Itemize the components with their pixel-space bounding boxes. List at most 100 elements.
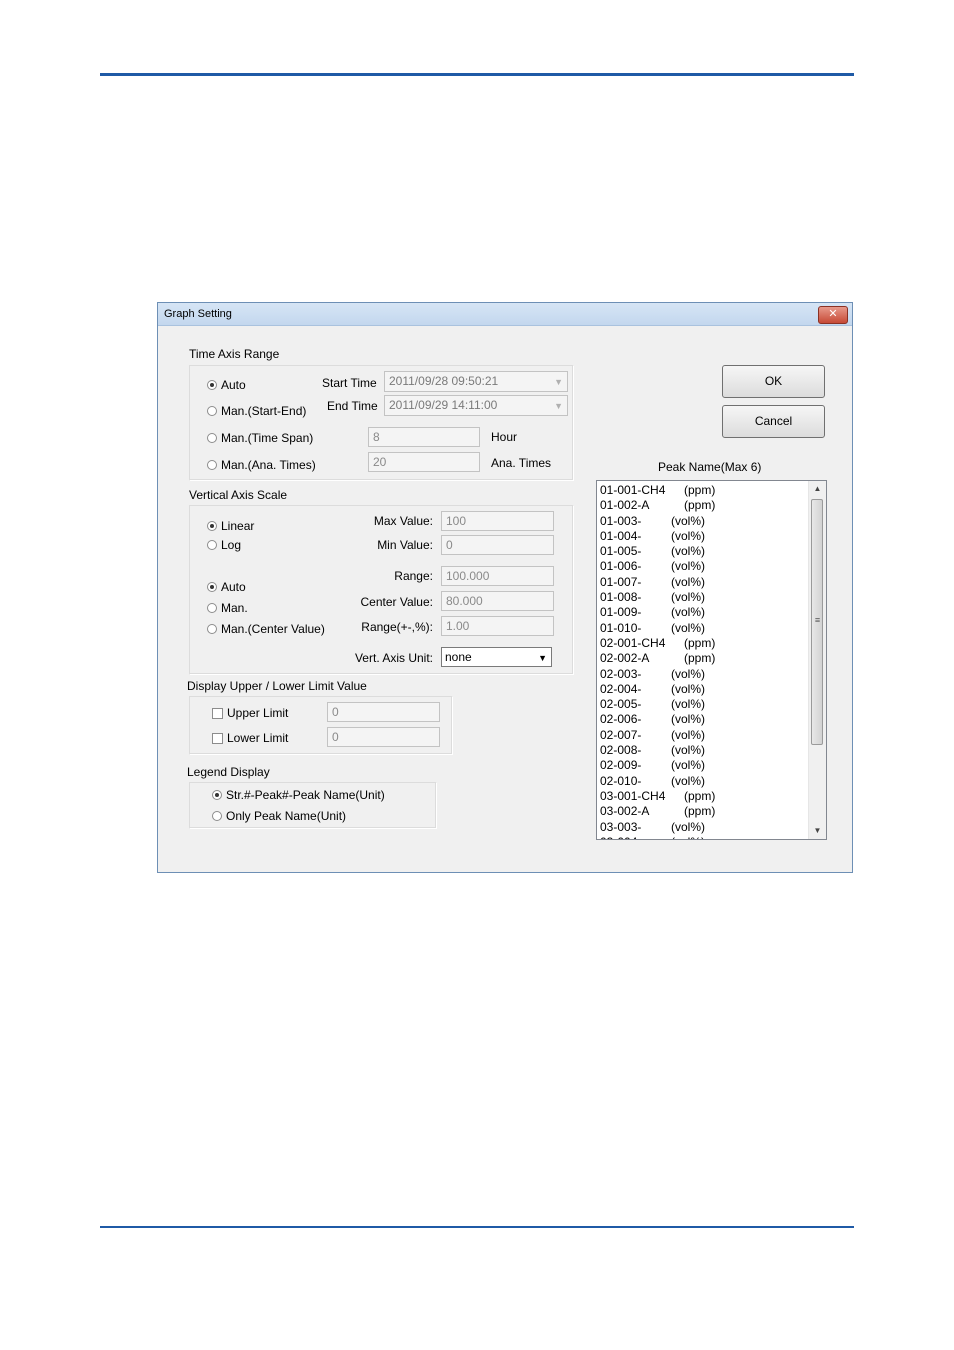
range-pm-label: Range(+-,%):	[361, 620, 433, 634]
legend-full-radio[interactable]: Str.#-Peak#-Peak Name(Unit)	[212, 788, 385, 802]
list-item[interactable]: 01-005- (vol%)	[600, 544, 810, 559]
range-man-center-radio[interactable]: Man.(Center Value)	[207, 622, 325, 636]
title-bar[interactable]: Graph Setting ✕	[158, 303, 852, 326]
header-rule	[100, 73, 854, 76]
upper-limit-checkbox[interactable]: Upper Limit	[212, 706, 288, 720]
peak-unit: (ppm)	[684, 483, 716, 497]
list-item[interactable]: 01-008- (vol%)	[600, 590, 810, 605]
list-item[interactable]: 01-002-A (ppm)	[600, 498, 810, 513]
ok-button[interactable]: OK	[722, 365, 825, 398]
start-time-combo[interactable]: 2011/09/28 09:50:21 ▼	[384, 371, 568, 392]
list-item[interactable]: 02-001-CH4 (ppm)	[600, 636, 810, 651]
ana-times-unit: Ana. Times	[491, 456, 552, 470]
list-item[interactable]: 01-010- (vol%)	[600, 621, 810, 636]
upper-limit-field[interactable]: 0	[327, 702, 440, 722]
peak-unit: (vol%)	[671, 681, 706, 696]
list-item[interactable]: 03-004- (vol%)	[600, 835, 810, 839]
peak-unit: (vol%)	[671, 727, 706, 742]
list-item[interactable]: 01-003- (vol%)	[600, 514, 810, 529]
radio-selected-icon	[207, 582, 217, 592]
max-value-field[interactable]: 100	[441, 511, 554, 531]
time-man-time-span-radio[interactable]: Man.(Time Span)	[207, 431, 313, 445]
chevron-down-icon: ▼	[554, 401, 563, 411]
scale-log-radio[interactable]: Log	[207, 538, 241, 552]
range-pm-field[interactable]: 1.00	[441, 616, 554, 636]
list-item[interactable]: 02-009- (vol%)	[600, 758, 810, 773]
end-time-combo[interactable]: 2011/09/29 14:11:00 ▼	[384, 395, 568, 416]
list-item[interactable]: 02-006- (vol%)	[600, 712, 810, 727]
range-label: Range:	[394, 569, 433, 583]
peak-name: 02-008-	[600, 743, 642, 758]
ana-times-field[interactable]: 20	[368, 452, 480, 472]
close-button[interactable]: ✕	[818, 306, 848, 324]
start-time-label: Start Time	[322, 376, 377, 390]
range-man-radio[interactable]: Man.	[207, 601, 248, 615]
peak-unit: (vol%)	[671, 544, 706, 559]
list-item[interactable]: 01-009- (vol%)	[600, 605, 810, 620]
radio-icon	[207, 540, 217, 550]
peak-name: 01-006-	[600, 559, 642, 574]
range-auto-radio[interactable]: Auto	[207, 580, 246, 594]
peak-name: 01-005-	[600, 544, 642, 559]
list-item[interactable]: 02-008- (vol%)	[600, 743, 810, 758]
peak-name: 02-004-	[600, 681, 642, 696]
dialog-title: Graph Setting	[164, 308, 232, 320]
list-item[interactable]: 03-003- (vol%)	[600, 820, 810, 835]
list-item[interactable]: 02-004- (vol%)	[600, 682, 810, 697]
vert-axis-unit-select[interactable]: none ▼	[441, 647, 552, 667]
list-item[interactable]: 02-002-A (ppm)	[600, 651, 810, 666]
time-man-ana-times-radio[interactable]: Man.(Ana. Times)	[207, 458, 316, 472]
radio-icon	[207, 624, 217, 634]
peak-name: 02-006-	[600, 712, 642, 727]
list-item[interactable]: 02-010- (vol%)	[600, 774, 810, 789]
peak-name: 02-001-CH4	[600, 635, 666, 650]
time-span-field[interactable]: 8	[368, 427, 480, 447]
scale-linear-radio[interactable]: Linear	[207, 519, 254, 533]
list-item[interactable]: 03-002-A (ppm)	[600, 804, 810, 819]
grip-icon: ≡	[814, 615, 821, 625]
peak-name: 02-003-	[600, 666, 642, 681]
radio-icon	[207, 433, 217, 443]
list-item[interactable]: 02-005- (vol%)	[600, 697, 810, 712]
time-auto-radio[interactable]: Auto	[207, 378, 246, 392]
min-value-field[interactable]: 0	[441, 535, 554, 555]
end-time-label: End Time	[327, 399, 378, 413]
radio-icon	[207, 603, 217, 613]
peak-name-label: Peak Name(Max 6)	[658, 460, 762, 474]
peak-unit: (ppm)	[684, 651, 716, 666]
legend-peak-only-radio[interactable]: Only Peak Name(Unit)	[212, 809, 346, 823]
peak-name: 03-001-CH4	[600, 788, 666, 803]
peak-name: 01-002-A	[600, 498, 650, 513]
peak-name: 03-004-	[600, 835, 641, 839]
cancel-button[interactable]: Cancel	[722, 405, 825, 438]
graph-setting-dialog: Graph Setting ✕ Time Axis Range Auto Man…	[157, 302, 853, 873]
list-item[interactable]: 01-007- (vol%)	[600, 575, 810, 590]
peak-unit: (vol%)	[671, 712, 706, 727]
center-value-field[interactable]: 80.000	[441, 591, 554, 611]
peak-name: 01-001-CH4	[600, 483, 666, 497]
list-item[interactable]: 01-001-CH4 (ppm)	[600, 483, 810, 498]
peak-unit: (vol%)	[671, 697, 706, 712]
scroll-up-icon[interactable]: ▲	[809, 481, 826, 497]
time-man-start-end-radio[interactable]: Man.(Start-End)	[207, 404, 306, 418]
peak-name-list[interactable]: 01-001-CH4 (ppm) 01-002-A (ppm) 01-003- (vol%…	[596, 480, 827, 840]
radio-icon	[212, 811, 222, 821]
peak-unit: (vol%)	[671, 773, 706, 788]
list-item[interactable]: 02-007- (vol%)	[600, 728, 810, 743]
scroll-down-icon[interactable]: ▼	[809, 823, 826, 839]
lower-limit-field[interactable]: 0	[327, 727, 440, 747]
radio-selected-icon	[207, 521, 217, 531]
list-item[interactable]: 03-001-CH4 (ppm)	[600, 789, 810, 804]
range-field[interactable]: 100.000	[441, 566, 554, 586]
lower-limit-checkbox[interactable]: Lower Limit	[212, 731, 288, 745]
list-item[interactable]: 01-006- (vol%)	[600, 559, 810, 574]
chevron-down-icon: ▼	[538, 653, 547, 663]
checkbox-icon	[212, 707, 223, 719]
peak-name: 03-003-	[600, 819, 642, 834]
list-item[interactable]: 01-004- (vol%)	[600, 529, 810, 544]
list-item[interactable]: 02-003- (vol%)	[600, 667, 810, 682]
footer-rule	[100, 1226, 854, 1228]
peak-name: 02-002-A	[600, 651, 650, 666]
scroll-thumb[interactable]: ≡	[811, 499, 823, 745]
list-scrollbar[interactable]: ▲ ≡ ▼	[808, 481, 826, 839]
